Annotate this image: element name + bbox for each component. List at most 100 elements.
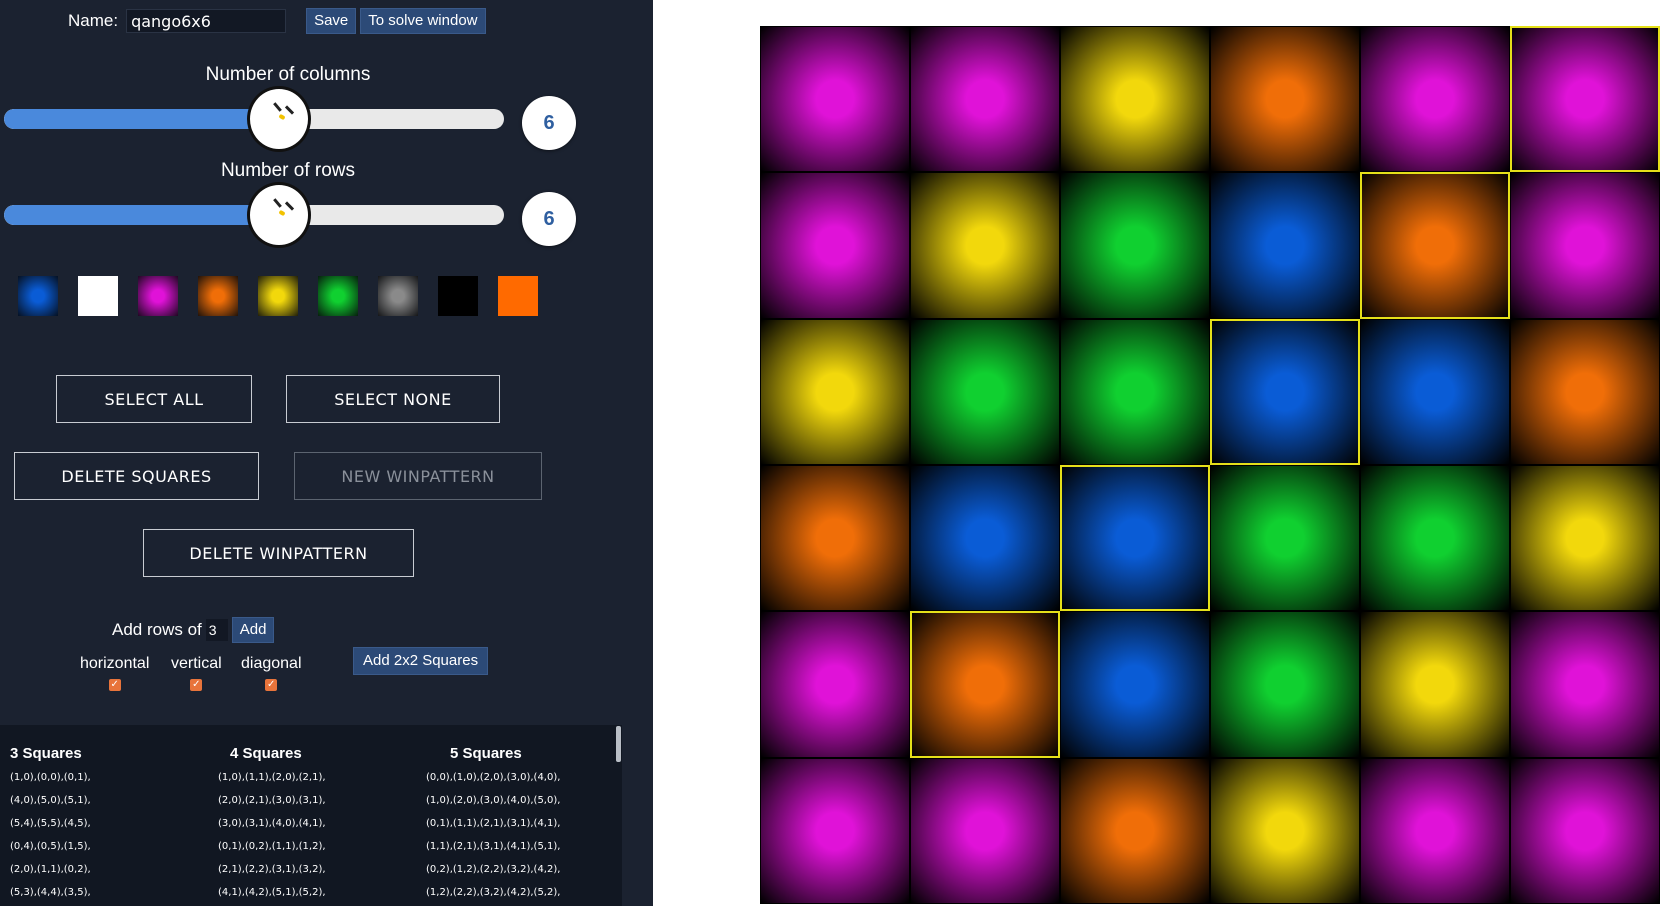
- board-cell-blue[interactable]: [1210, 172, 1360, 319]
- add-rows-button[interactable]: Add: [231, 617, 275, 643]
- list-item[interactable]: (2,1),(2,2),(3,1),(3,2),: [218, 863, 326, 886]
- row-length-input[interactable]: [205, 619, 228, 641]
- add-2x2-squares-button[interactable]: Add 2x2 Squares: [353, 647, 489, 675]
- board-cell-green[interactable]: [1210, 611, 1360, 758]
- list-title: 5 Squares: [450, 745, 522, 762]
- board-cell-yellow[interactable]: [1360, 611, 1510, 758]
- rows-slider-knob[interactable]: [247, 182, 311, 248]
- select-all-button[interactable]: SELECT ALL: [56, 375, 252, 423]
- board-cell-orange[interactable]: [1210, 26, 1360, 173]
- diagonal-option: diagonal ✓: [241, 655, 302, 691]
- board-cell-magenta[interactable]: [1510, 611, 1660, 758]
- list-item[interactable]: (0,0),(1,0),(2,0),(3,0),(4,0),: [426, 771, 560, 794]
- knob-face: [278, 113, 286, 121]
- board-cell-blue[interactable]: [910, 465, 1060, 612]
- vertical-option: vertical ✓: [171, 655, 222, 691]
- board-cell-orange[interactable]: [1510, 318, 1660, 465]
- add-rows-label: Add rows of: [112, 620, 202, 639]
- list-item[interactable]: (4,1),(4,2),(5,1),(5,2),: [218, 886, 326, 906]
- board-cell-green[interactable]: [910, 318, 1060, 465]
- delete-winpattern-button[interactable]: DELETE WINPATTERN: [143, 529, 414, 577]
- board-cell-yellow[interactable]: [1210, 757, 1360, 904]
- board-cell-magenta[interactable]: [760, 757, 910, 904]
- board-cell-magenta[interactable]: [1360, 757, 1510, 904]
- editor-panel: Name: Save To solve window Number of col…: [0, 0, 653, 906]
- list-item[interactable]: (0,1),(1,1),(2,1),(3,1),(4,1),: [426, 817, 560, 840]
- swatch-blue[interactable]: [18, 276, 58, 316]
- rows-slider-fill: [4, 205, 254, 225]
- vertical-checkbox[interactable]: ✓: [190, 679, 203, 691]
- board-cell-green[interactable]: [1060, 172, 1210, 319]
- board-cell-magenta[interactable]: [910, 757, 1060, 904]
- list-item[interactable]: (1,1),(2,1),(3,1),(4,1),(5,1),: [426, 840, 560, 863]
- lists-scrollbar[interactable]: [616, 726, 621, 762]
- diagonal-checkbox[interactable]: ✓: [265, 679, 278, 691]
- list-item[interactable]: (0,4),(0,5),(1,5),: [10, 840, 91, 863]
- columns-slider-knob[interactable]: [247, 86, 311, 152]
- board-cell-blue[interactable]: [1360, 318, 1510, 465]
- board-cell-orange[interactable]: [910, 611, 1060, 758]
- knob-face: [278, 209, 286, 217]
- board-cell-blue[interactable]: [1060, 611, 1210, 758]
- columns-slider-fill: [4, 109, 254, 129]
- board-cell-orange[interactable]: [1360, 172, 1510, 319]
- swatch-solid-orange[interactable]: [498, 276, 538, 316]
- swatch-yellow[interactable]: [258, 276, 298, 316]
- board-cell-yellow[interactable]: [760, 318, 910, 465]
- board-cell-magenta[interactable]: [1510, 26, 1660, 173]
- swatch-gray[interactable]: [378, 276, 418, 316]
- list-item[interactable]: (0,2),(1,2),(2,2),(3,2),(4,2),: [426, 863, 560, 886]
- board-cell-blue[interactable]: [1210, 318, 1360, 465]
- swatch-white[interactable]: [78, 276, 118, 316]
- board-cell-orange[interactable]: [760, 465, 910, 612]
- board-cell-magenta[interactable]: [1360, 26, 1510, 173]
- board-cell-orange[interactable]: [1060, 757, 1210, 904]
- board-cell-magenta[interactable]: [760, 611, 910, 758]
- board-cell-magenta[interactable]: [910, 26, 1060, 173]
- swatch-black[interactable]: [438, 276, 478, 316]
- board-cell-magenta[interactable]: [760, 172, 910, 319]
- board-cell-yellow[interactable]: [1060, 26, 1210, 173]
- board-cell-magenta[interactable]: [1510, 172, 1660, 319]
- board-cell-green[interactable]: [1210, 465, 1360, 612]
- board-cell-magenta[interactable]: [1510, 757, 1660, 904]
- swatch-orange[interactable]: [198, 276, 238, 316]
- list-item[interactable]: (5,4),(5,5),(4,5),: [10, 817, 91, 840]
- list-item[interactable]: (1,0),(1,1),(2,0),(2,1),: [218, 771, 326, 794]
- list-5-squares: 5 Squares (0,0),(1,0),(2,0),(3,0),(4,0),…: [426, 745, 560, 906]
- board-cell-yellow[interactable]: [1510, 465, 1660, 612]
- delete-squares-button[interactable]: DELETE SQUARES: [14, 452, 259, 500]
- save-button[interactable]: Save: [306, 8, 357, 34]
- new-winpattern-button[interactable]: NEW WINPATTERN: [294, 452, 542, 500]
- list-item[interactable]: (4,0),(5,0),(5,1),: [10, 794, 91, 817]
- list-item[interactable]: (2,0),(1,1),(0,2),: [10, 863, 91, 886]
- diagonal-label: diagonal: [241, 655, 302, 672]
- swatch-magenta[interactable]: [138, 276, 178, 316]
- to-solve-window-button[interactable]: To solve window: [360, 8, 486, 34]
- board-cell-magenta[interactable]: [760, 26, 910, 173]
- select-none-button[interactable]: SELECT NONE: [286, 375, 500, 423]
- columns-value: 6: [522, 96, 576, 150]
- game-board: [760, 26, 1660, 904]
- list-item[interactable]: (1,2),(2,2),(3,2),(4,2),(5,2),: [426, 886, 560, 906]
- list-title: 4 Squares: [230, 745, 302, 762]
- list-3-squares: 3 Squares (1,0),(0,0),(0,1), (4,0),(5,0)…: [10, 745, 91, 906]
- horizontal-checkbox[interactable]: ✓: [108, 679, 121, 691]
- horizontal-label: horizontal: [80, 655, 150, 672]
- list-item[interactable]: (5,3),(4,4),(3,5),: [10, 886, 91, 906]
- vertical-label: vertical: [171, 655, 222, 672]
- list-item[interactable]: (2,0),(2,1),(3,0),(3,1),: [218, 794, 326, 817]
- board-cell-green[interactable]: [1360, 465, 1510, 612]
- list-item[interactable]: (1,0),(2,0),(3,0),(4,0),(5,0),: [426, 794, 560, 817]
- board-cell-blue[interactable]: [1060, 465, 1210, 612]
- board-cell-green[interactable]: [1060, 318, 1210, 465]
- list-item[interactable]: (1,0),(0,0),(0,1),: [10, 771, 91, 794]
- name-input[interactable]: [126, 9, 287, 33]
- list-item[interactable]: (0,1),(0,2),(1,1),(1,2),: [218, 840, 326, 863]
- board-cell-yellow[interactable]: [910, 172, 1060, 319]
- swatch-green[interactable]: [318, 276, 358, 316]
- rows-slider-title: Number of rows: [220, 160, 356, 181]
- list-item[interactable]: (3,0),(3,1),(4,0),(4,1),: [218, 817, 326, 840]
- name-label: Name:: [68, 11, 119, 30]
- list-title: 3 Squares: [10, 745, 82, 762]
